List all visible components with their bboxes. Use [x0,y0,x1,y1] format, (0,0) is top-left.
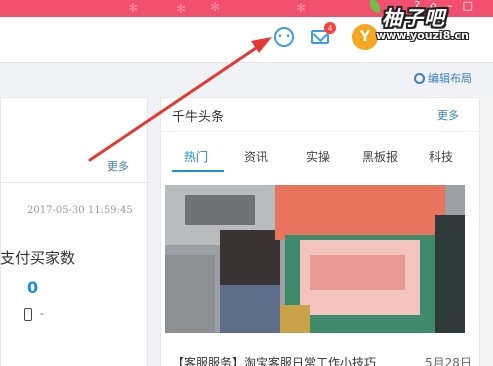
flower-decoration-icon: ✻ [128,1,139,15]
tab-hot[interactable]: 热门 [184,148,208,165]
mobile-icon [24,308,32,321]
gear-icon [414,72,425,84]
logo-url: www.youzi8.cn [376,29,469,42]
left-more-link[interactable]: 更多 [107,158,129,174]
paying-buyers-value: 0 [27,278,39,297]
flower-decoration-icon: ✻ [210,0,221,14]
edit-layout-link[interactable]: 编辑布局 [414,70,472,86]
edit-layout-label: 编辑布局 [428,72,472,85]
paying-buyers-title: 支付买家数 [0,249,76,267]
image-block [220,285,280,333]
smiley-icon[interactable]: • • [274,27,294,47]
news-panel-title: 千牛头条 [172,110,225,125]
image-block [165,255,215,333]
image-block [275,185,445,240]
news-more-link[interactable]: 更多 [437,107,459,123]
logo-title: 柚子吧 [382,6,445,30]
news-headline-date: 5月28日 [425,356,472,366]
image-block [435,215,465,333]
header-divider [0,62,493,63]
tab-practice[interactable]: 实操 [306,148,330,165]
flower-decoration-icon: ✻ [296,1,307,15]
flower-decoration-icon: ✻ [176,2,187,16]
image-block [280,305,310,333]
news-thumbnail-image[interactable] [165,185,465,333]
left-divider [0,182,148,183]
image-block [185,195,255,225]
image-block [310,255,405,290]
mail-badge: 4 [324,22,336,34]
news-header-divider [160,131,480,132]
site-watermark-logo: 柚子吧 www.youzi8.cn [370,0,493,52]
tab-news[interactable]: 资讯 [244,148,268,165]
image-block [220,230,280,290]
tab-tech[interactable]: 科技 [429,148,453,165]
mobile-value: - [40,307,44,320]
left-date: 2017-05-30 11:59:45 [27,205,133,216]
active-tab-indicator [172,170,224,172]
scrollbar[interactable] [480,97,493,366]
left-card [0,97,148,366]
news-headline[interactable]: 【客服服务】淘宝客服日常工作小技巧 [172,354,376,366]
leaf-icon [370,0,380,13]
tab-blackboard[interactable]: 黑板报 [362,148,398,165]
